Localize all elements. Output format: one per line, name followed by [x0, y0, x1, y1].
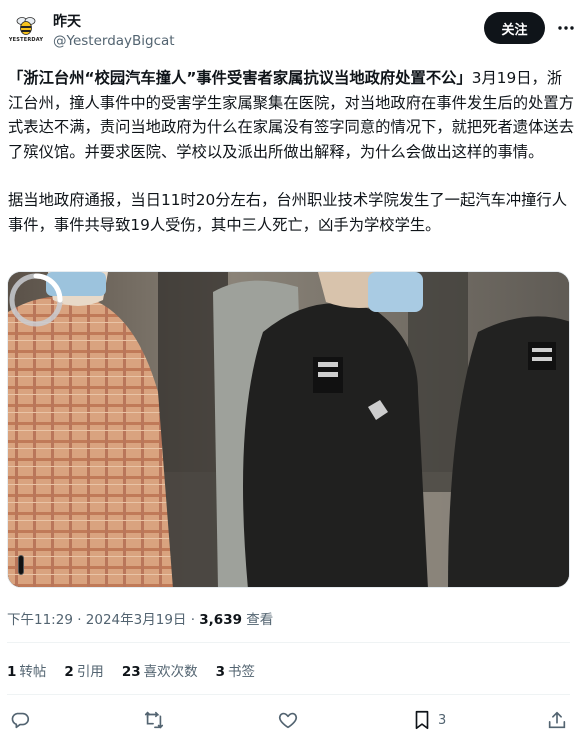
like-button[interactable]	[277, 705, 299, 735]
post-date[interactable]: 2024年3月19日	[86, 612, 187, 628]
reply-icon	[11, 712, 29, 729]
post-headline: 「浙江台州“校园汽车撞人”事件受害者家属抗议当地政府处置不公」	[8, 69, 472, 87]
views-count: 3,639	[199, 612, 242, 628]
post-paragraph-1: 「浙江台州“校园汽车撞人”事件受害者家属抗议当地政府处置不公」3月19日，浙江台…	[8, 66, 574, 164]
ellipsis-icon[interactable]	[556, 18, 576, 38]
avatar[interactable]: YESTERDAY	[8, 11, 44, 47]
bookmark-icon	[415, 710, 429, 730]
bookmark-count: 3	[438, 712, 447, 728]
video-player[interactable]	[7, 271, 570, 588]
engagement-stats: 1 转帖 2 引用 23 喜欢次数 3 书签	[7, 660, 255, 680]
avatar-label: YESTERDAY	[8, 36, 44, 43]
stat-likes[interactable]: 23 喜欢次数	[122, 660, 198, 680]
share-button[interactable]	[546, 705, 568, 735]
stat-quotes[interactable]: 2 引用	[64, 660, 103, 680]
stat-reposts[interactable]: 1 转帖	[7, 660, 46, 680]
display-name[interactable]: 昨天	[53, 11, 81, 31]
video-frame	[8, 272, 569, 587]
stat-bookmarks[interactable]: 3 书签	[216, 660, 255, 680]
post-meta: 下午11:29 · 2024年3月19日 · 3,639 查看	[7, 612, 274, 628]
tweet-header: YESTERDAY 昨天 @YesterdayBigcat 关注	[0, 0, 586, 60]
loading-spinner-icon	[9, 273, 63, 327]
divider	[7, 642, 570, 643]
video-progress-indicator[interactable]	[18, 555, 24, 575]
bookmark-button[interactable]: 3	[412, 705, 446, 735]
post-time[interactable]: 下午11:29	[7, 612, 73, 628]
post-paragraph-2: 据当地政府通报，当日11时20分左右，台州职业技术学院发生了一起汽车冲撞行人事件…	[8, 191, 568, 234]
views-label: 查看	[241, 612, 274, 628]
repost-icon	[144, 711, 164, 729]
user-handle[interactable]: @YesterdayBigcat	[53, 33, 175, 49]
like-icon	[278, 712, 298, 729]
share-icon	[548, 711, 566, 729]
bee-logo-icon	[16, 16, 36, 35]
follow-button[interactable]: 关注	[484, 12, 545, 44]
divider	[7, 694, 570, 695]
post-text: 「浙江台州“校园汽车撞人”事件受害者家属抗议当地政府处置不公」3月19日，浙江台…	[8, 66, 574, 237]
reply-button[interactable]	[9, 705, 31, 735]
repost-button[interactable]	[142, 705, 166, 735]
action-bar: 3	[0, 705, 586, 735]
